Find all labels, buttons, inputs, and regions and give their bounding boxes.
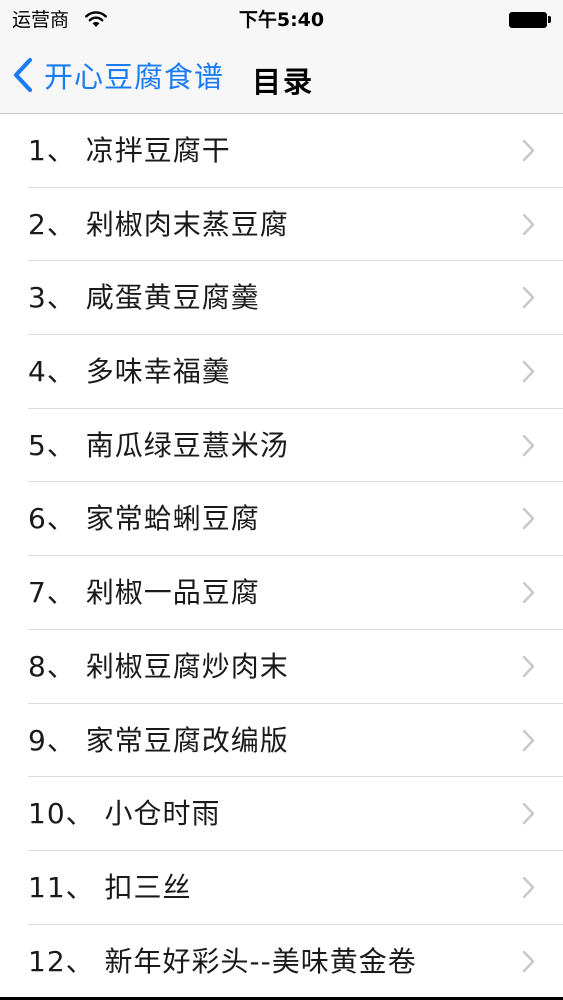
list-item[interactable]: 3、 咸蛋黄豆腐羹 xyxy=(0,261,563,335)
list-item[interactable]: 8、 剁椒豆腐炒肉末 xyxy=(0,630,563,704)
chevron-right-icon xyxy=(522,655,535,678)
chevron-right-icon xyxy=(522,876,535,899)
list-item[interactable]: 6、 家常蛤蜊豆腐 xyxy=(0,482,563,556)
list-item[interactable]: 11、 扣三丝 xyxy=(0,851,563,925)
chevron-right-icon xyxy=(522,729,535,751)
list-item-label: 12、 新年好彩头--美味黄金卷 xyxy=(28,944,417,978)
chevron-right-icon xyxy=(522,581,535,604)
list-item-label: 5、 南瓜绿豆薏米汤 xyxy=(28,428,289,462)
status-time: 下午5:40 xyxy=(238,9,325,31)
list-item-label: 6、 家常蛤蜊豆腐 xyxy=(28,502,260,536)
list-item-label: 8、 剁椒豆腐炒肉末 xyxy=(28,649,289,683)
list-item-label: 4、 多味幸福羹 xyxy=(28,355,231,389)
chevron-right-icon xyxy=(522,508,535,530)
list-item[interactable]: 2、 剁椒肉末蒸豆腐 xyxy=(0,188,563,262)
list-item-label: 10、 小仓时雨 xyxy=(28,797,221,831)
chevron-right-icon xyxy=(522,802,535,825)
list-item-label: 3、 咸蛋黄豆腐羹 xyxy=(28,281,260,315)
list-item[interactable]: 1、 凉拌豆腐干 xyxy=(0,114,563,188)
list-item[interactable]: 10、 小仓时雨 xyxy=(0,777,563,851)
chevron-right-icon xyxy=(522,287,535,309)
chevron-right-icon xyxy=(522,360,535,383)
list-item[interactable]: 5、 南瓜绿豆薏米汤 xyxy=(0,409,563,483)
back-button[interactable]: 开心豆腐食谱 xyxy=(12,52,224,98)
chevron-right-icon xyxy=(522,434,535,456)
chevron-right-icon xyxy=(522,139,535,162)
chevron-right-icon xyxy=(522,950,535,972)
list-item-label: 11、 扣三丝 xyxy=(28,870,192,904)
status-bar: 运营商 下午5:40 xyxy=(0,0,563,40)
back-button-label: 开心豆腐食谱 xyxy=(44,60,225,94)
chevron-right-icon xyxy=(522,213,535,235)
battery-icon xyxy=(509,12,551,28)
list-item[interactable]: 9、 家常豆腐改编版 xyxy=(0,704,563,778)
recipe-list: 1、 凉拌豆腐干 2、 剁椒肉末蒸豆腐 3、 咸蛋黄豆腐羹 4、 多味幸福羹 5、 南瓜… xyxy=(0,114,563,998)
list-item-label: 2、 剁椒肉末蒸豆腐 xyxy=(28,207,289,241)
list-item-label: 9、 家常豆腐改编版 xyxy=(28,723,289,757)
list-item[interactable]: 12、 新年好彩头--美味黄金卷 xyxy=(0,925,563,999)
list-item-label: 1、 凉拌豆腐干 xyxy=(28,134,231,167)
list-item-label: 7、 剁椒一品豆腐 xyxy=(28,576,260,610)
list-item[interactable]: 7、 剁椒一品豆腐 xyxy=(0,556,563,630)
chevron-left-icon xyxy=(13,57,33,93)
page-title: 目录 xyxy=(252,65,315,99)
navigation-bar: 开心豆腐食谱 目录 xyxy=(0,40,563,114)
list-item[interactable]: 4、 多味幸福羹 xyxy=(0,335,563,409)
app-screen: 运营商 下午5:40 开心豆腐食谱 目录 1、 凉拌豆腐干 2、 剁椒肉末蒸豆腐 3… xyxy=(0,0,563,1000)
